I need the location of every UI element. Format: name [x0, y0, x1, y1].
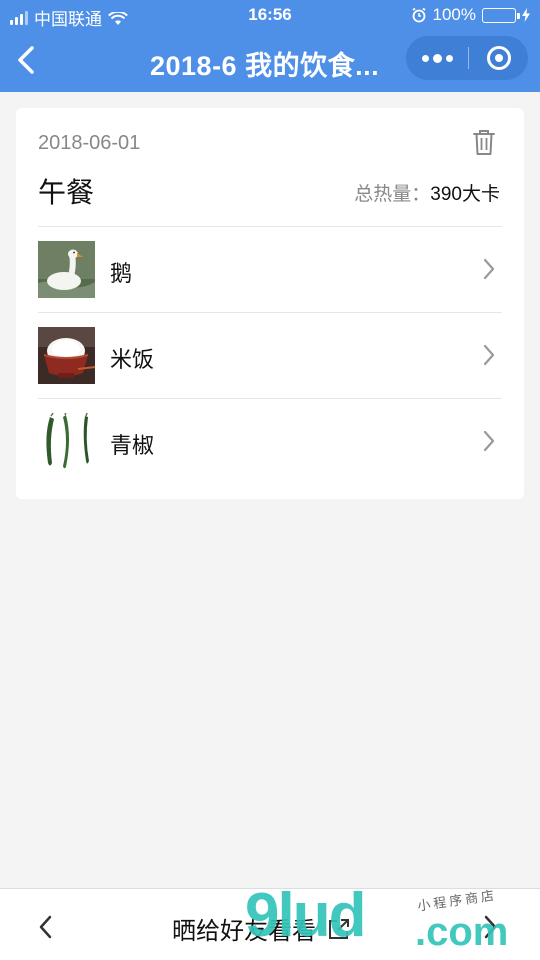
close-button[interactable] [469, 36, 528, 80]
status-right: 100% [411, 5, 530, 25]
food-item-rice[interactable]: 米饭 [16, 313, 524, 399]
trash-icon[interactable] [472, 128, 496, 156]
share-label: 晒给好友看看 [172, 918, 316, 945]
back-button[interactable] [14, 44, 38, 76]
chevron-right-icon [483, 344, 495, 366]
close-icon [486, 46, 511, 70]
more-button[interactable] [406, 36, 468, 80]
food-name: 米饭 [110, 347, 155, 372]
meal-title: 午餐 [38, 177, 95, 208]
alarm-icon [411, 7, 426, 23]
rice-image [38, 327, 95, 384]
charging-icon [522, 8, 530, 22]
dot-icon [432, 53, 442, 63]
battery-percent: 100% [432, 5, 476, 24]
top-bar: 中国联通 16:56 100% 2018-6 我的饮食... [0, 0, 540, 92]
food-name: 鹅 [110, 261, 133, 286]
meal-date: 2018-06-01 [38, 132, 141, 154]
chevron-right-icon [483, 258, 495, 280]
goose-image [38, 241, 95, 298]
total-calories: 总热量：390大卡 [354, 179, 500, 206]
miniprogram-capsule [406, 36, 528, 80]
food-item-green-pepper[interactable]: 青椒 [16, 399, 524, 485]
bottom-toolbar: 晒给好友看看 [0, 888, 540, 960]
food-name: 青椒 [110, 433, 155, 458]
browser-back-button[interactable] [36, 913, 54, 941]
food-item-goose[interactable]: 鹅 [16, 227, 524, 313]
share-button[interactable]: 晒给好友看看 [172, 911, 352, 946]
browser-forward-button[interactable] [482, 913, 500, 941]
battery-icon [482, 7, 520, 23]
green-pepper-image [38, 413, 95, 470]
nav-bar: 2018-6 我的饮食... [0, 30, 540, 92]
total-calories-value: 390大卡 [430, 184, 500, 205]
dot-icon [445, 54, 453, 62]
dot-icon [421, 54, 429, 62]
meal-card: 2018-06-01 午餐 总热量：390大卡 鹅 米饭 青椒 [16, 108, 524, 499]
chevron-right-icon [483, 430, 495, 452]
total-calories-label: 总热量： [354, 184, 431, 205]
share-icon [329, 918, 349, 939]
status-bar: 中国联通 16:56 100% [0, 0, 540, 30]
page-title: 2018-6 我的饮食... [150, 51, 380, 81]
